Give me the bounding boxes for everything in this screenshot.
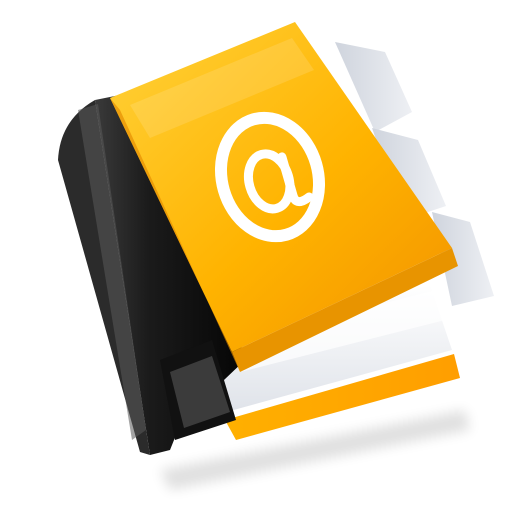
address-book-icon[interactable] bbox=[0, 0, 512, 512]
app-icon-canvas bbox=[0, 0, 512, 512]
